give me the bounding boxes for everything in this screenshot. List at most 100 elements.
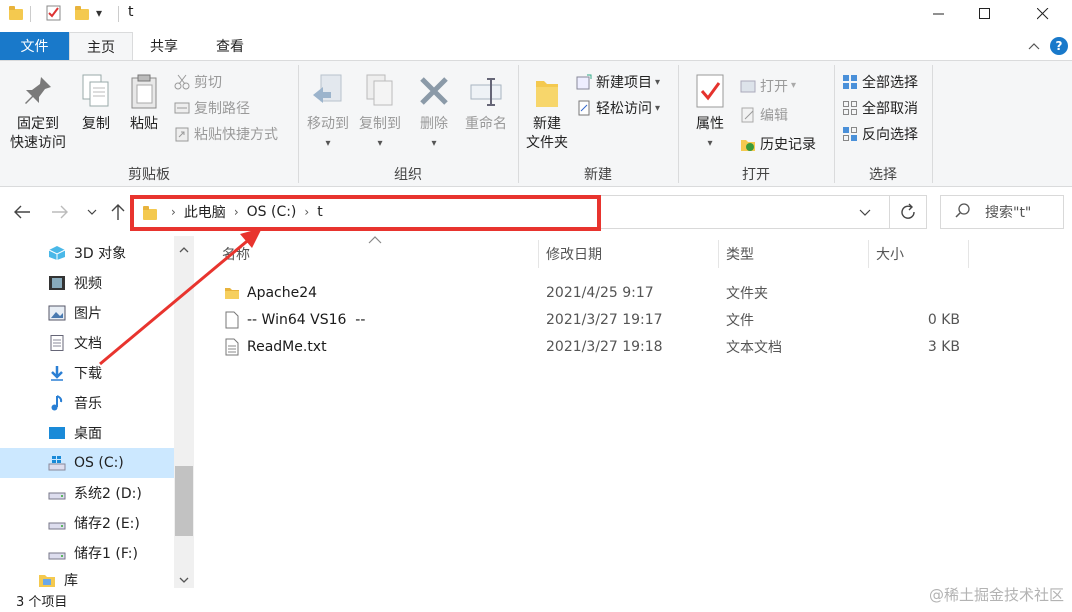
paste-shortcut-icon [174, 126, 190, 142]
ribbon-home: 固定到 快速访问 复制 粘贴 剪切 复制路径 粘贴快捷方式 剪贴板 移动到 ▾ … [0, 60, 1072, 187]
new-group-label: 新建 [584, 167, 612, 183]
status-bar: 3 个项目 [0, 588, 1072, 612]
scroll-down-icon[interactable] [179, 572, 189, 588]
separator [118, 6, 119, 22]
chevron-up-icon[interactable] [1028, 40, 1040, 56]
drive-icon [48, 485, 66, 501]
open-small-buttons: 打开 ▾ 编辑 历史记录 [740, 71, 834, 158]
select-all-label: 全部选择 [862, 75, 918, 91]
nav-item-drive-e[interactable]: 储存2 (E:) [0, 508, 174, 538]
file-size [876, 279, 960, 306]
forward-arrow-icon[interactable] [48, 200, 72, 224]
edit-label: 编辑 [760, 107, 788, 124]
rename-button[interactable]: 重命名 [460, 73, 512, 134]
quick-access-dropdown-icon[interactable]: ▾ [96, 6, 102, 20]
properties-icon[interactable] [46, 4, 62, 22]
select-none-icon [842, 100, 858, 116]
minimize-button[interactable] [916, 0, 962, 28]
pin-quick-access-button[interactable]: 固定到 快速访问 [6, 73, 70, 153]
tab-home[interactable]: 主页 [69, 32, 133, 60]
easy-access-button[interactable]: 轻松访问 ▾ [576, 95, 676, 121]
refresh-icon[interactable] [899, 203, 917, 225]
column-divider[interactable] [968, 240, 969, 268]
copy-to-button[interactable]: 复制到 ▾ [354, 73, 406, 153]
watermark: @稀土掘金技术社区 [928, 586, 1064, 604]
back-arrow-icon[interactable] [10, 200, 34, 224]
nav-item-desktop[interactable]: 桌面 [0, 418, 174, 448]
edit-button[interactable]: 编辑 [740, 100, 834, 129]
select-all-button[interactable]: 全部选择 [842, 69, 942, 95]
open-label: 打开 [760, 78, 788, 95]
new-folder-icon[interactable] [74, 4, 90, 22]
search-box[interactable]: 搜索"t" [940, 195, 1064, 229]
up-arrow-icon[interactable] [106, 200, 130, 224]
pin-icon [21, 73, 55, 111]
paste-button[interactable]: 粘贴 [124, 73, 164, 134]
open-button[interactable]: 打开 ▾ [740, 71, 834, 100]
copy-path-button[interactable]: 复制路径 [174, 95, 294, 121]
tab-file[interactable]: 文件 [0, 32, 69, 60]
file-row[interactable]: Apache24 2021/4/25 9:17 文件夹 [216, 279, 976, 306]
scroll-thumb[interactable] [175, 466, 193, 536]
history-icon [740, 136, 756, 152]
new-item-button[interactable]: 新建项目 ▾ [576, 69, 676, 95]
file-modified: 2021/3/27 19:17 [546, 311, 663, 328]
3d-objects-icon [48, 245, 66, 261]
drive-icon [48, 545, 66, 561]
new-folder-label-2: 文件夹 [526, 135, 568, 151]
windows-drive-icon [48, 455, 66, 471]
separator [889, 196, 890, 228]
column-divider[interactable] [718, 240, 719, 268]
organize-group-label: 组织 [394, 167, 422, 183]
nav-item-os-c[interactable]: OS (C:) [0, 448, 174, 478]
nav-item-drive-f[interactable]: 储存1 (F:) [0, 538, 174, 568]
pictures-icon [48, 305, 66, 321]
tab-view[interactable]: 查看 [202, 32, 258, 60]
file-row[interactable]: ReadMe.txt 2021/3/27 19:18 文本文档 3 KB [216, 333, 976, 360]
history-button[interactable]: 历史记录 [740, 129, 834, 158]
column-divider[interactable] [538, 240, 539, 268]
close-button[interactable] [1020, 0, 1066, 28]
history-label: 历史记录 [760, 136, 816, 153]
properties-button[interactable]: 属性 ▾ [688, 73, 732, 153]
recent-locations-chevron-icon[interactable] [80, 200, 104, 224]
ribbon-tabs: 文件 主页 共享 查看 ? [0, 32, 1072, 60]
file-type: 文件夹 [726, 285, 768, 302]
nav-item-drive-d[interactable]: 系统2 (D:) [0, 478, 174, 508]
folder-icon[interactable] [8, 4, 24, 22]
delete-button[interactable]: 删除 ▾ [414, 73, 454, 153]
help-icon[interactable]: ? [1050, 37, 1068, 55]
annotation-arrow-icon [99, 228, 262, 366]
new-item-label: 新建项目 [596, 75, 652, 91]
scissors-icon [174, 74, 190, 90]
tab-share[interactable]: 共享 [136, 32, 192, 60]
column-divider[interactable] [868, 240, 869, 268]
nav-item-music[interactable]: 音乐 [0, 388, 174, 418]
chevron-down-icon: ▾ [325, 138, 331, 149]
copy-path-icon [174, 100, 190, 116]
column-header-type[interactable]: 类型 [726, 236, 754, 272]
library-icon [38, 572, 56, 588]
open-icon [740, 78, 756, 94]
easy-access-icon [576, 100, 592, 116]
nav-label: 系统2 (D:) [74, 486, 142, 502]
column-header-size[interactable]: 大小 [876, 236, 904, 272]
paste-shortcut-button[interactable]: 粘贴快捷方式 [174, 121, 294, 147]
move-to-button[interactable]: 移动到 ▾ [302, 73, 354, 153]
new-small-buttons: 新建项目 ▾ 轻松访问 ▾ [576, 69, 676, 121]
invert-selection-button[interactable]: 反向选择 [842, 121, 942, 147]
new-folder-button[interactable]: 新建 文件夹 [522, 73, 572, 153]
documents-icon [48, 335, 66, 351]
address-dropdown-icon[interactable] [859, 205, 871, 221]
cut-button[interactable]: 剪切 [174, 69, 294, 95]
select-none-button[interactable]: 全部取消 [842, 95, 942, 121]
column-header-modified[interactable]: 修改日期 [546, 236, 602, 272]
nav-item-libraries[interactable]: 库 [0, 568, 174, 588]
chevron-down-icon: ▾ [431, 138, 437, 149]
properties-icon [693, 73, 727, 111]
copy-button[interactable]: 复制 [76, 73, 116, 134]
maximize-button[interactable] [962, 0, 1008, 28]
file-type: 文件 [726, 312, 754, 329]
file-row[interactable]: -- Win64 VS16 -- 2021/3/27 19:17 文件 0 KB [216, 306, 976, 333]
copy-icon [79, 73, 113, 111]
